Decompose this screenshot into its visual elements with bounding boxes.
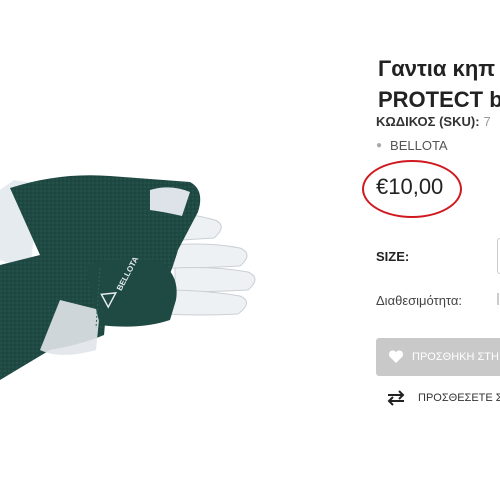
- compare-label: ΠΡΟΣΘΕΣΕΤΕ Σ: [418, 392, 500, 404]
- brand-row[interactable]: ● BELLOTA: [376, 138, 448, 153]
- availability-label: Διαθεσιμότητα:: [376, 293, 463, 308]
- product-title-line-2: PROTECT be: [378, 87, 500, 112]
- sku-label: ΚΩΔΙΚΟΣ (SKU):: [376, 114, 480, 129]
- size-label: SIZE:: [376, 249, 410, 264]
- product-price: €10,00: [376, 174, 444, 199]
- availability-value: [497, 293, 499, 305]
- product-image-glove: BELLOTA: [0, 175, 256, 380]
- bullet-icon: ●: [376, 140, 383, 151]
- product-title-line-1: Γαντια κηπ: [378, 56, 496, 81]
- add-to-cart-label: ΠΡΟΣΘΗΚΗ ΣΤΗ ΛΙ: [412, 351, 500, 363]
- product-title: Γαντια κηπ PROTECT be: [378, 53, 500, 115]
- swap-arrows-icon: [386, 390, 406, 406]
- add-to-compare-link[interactable]: ΠΡΟΣΘΕΣΕΤΕ Σ: [386, 390, 500, 406]
- sku-row: ΚΩΔΙΚΟΣ (SKU): 7: [376, 114, 491, 129]
- heart-icon: [388, 350, 404, 364]
- brand-link[interactable]: BELLOTA: [390, 138, 448, 153]
- add-to-cart-button[interactable]: ΠΡΟΣΘΗΚΗ ΣΤΗ ΛΙ: [376, 338, 500, 376]
- sku-value: 7: [483, 114, 491, 129]
